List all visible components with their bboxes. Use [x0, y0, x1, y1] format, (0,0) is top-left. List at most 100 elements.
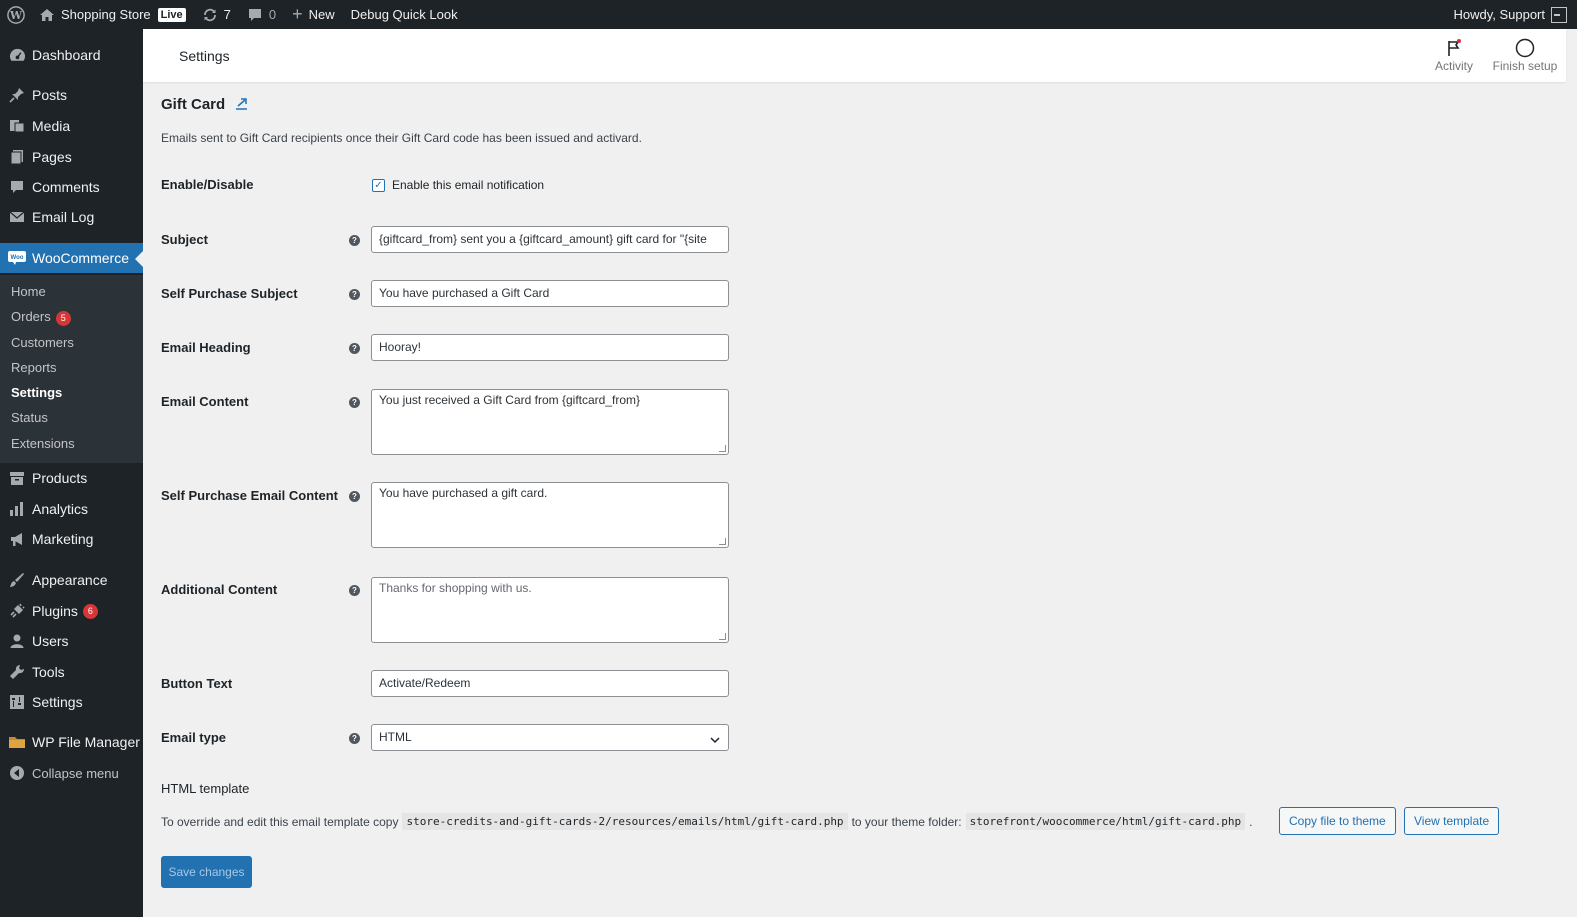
progress-circle-icon — [1491, 37, 1559, 59]
admin-bar: W Shopping Store Live 7 0 + New Debug Qu… — [0, 0, 1577, 29]
debug-label: Debug Quick Look — [350, 7, 458, 22]
sidebar-item-tools[interactable]: Tools — [0, 657, 143, 687]
submenu-item-status[interactable]: Status — [11, 410, 48, 425]
folder-icon — [8, 733, 26, 751]
help-icon[interactable]: ? — [349, 585, 360, 596]
admin-sidebar: Dashboard Posts Media Pages Comments Ema… — [0, 29, 143, 917]
help-icon[interactable]: ? — [349, 491, 360, 502]
save-changes-button[interactable]: Save changes — [161, 856, 252, 888]
sidebar-item-label: WooCommerce — [32, 250, 129, 266]
submenu-label: Orders — [11, 309, 51, 324]
wordpress-logo[interactable]: W — [0, 0, 33, 29]
submenu-item-customers[interactable]: Customers — [11, 335, 74, 350]
new-label: New — [308, 7, 335, 22]
sidebar-item-posts[interactable]: Posts — [0, 80, 143, 110]
submenu-item-extensions[interactable]: Extensions — [11, 436, 75, 451]
additional-content-label: Additional Content — [161, 582, 278, 597]
submenu-label: Extensions — [11, 436, 75, 451]
template-instructions: To override and edit this email template… — [161, 813, 1253, 830]
finish-setup-label: Finish setup — [1492, 59, 1558, 73]
archive-icon — [8, 469, 26, 487]
sidebar-item-label: Posts — [32, 87, 68, 103]
sidebar-item-plugins[interactable]: Plugins 6 — [0, 596, 143, 626]
wordpress-icon: W — [7, 5, 25, 24]
help-icon[interactable]: ? — [349, 733, 360, 744]
help-icon[interactable]: ? — [349, 397, 360, 408]
new-content-link[interactable]: + New — [284, 0, 343, 29]
live-badge: Live — [157, 7, 186, 22]
activity-button[interactable]: Activity — [1426, 37, 1482, 73]
comments-link[interactable]: 0 — [239, 0, 284, 29]
email-heading-input[interactable]: Hooray! — [371, 334, 729, 361]
additional-content-textarea[interactable]: Thanks for shopping with us. — [371, 577, 729, 643]
sidebar-item-label: Collapse menu — [32, 765, 119, 781]
email-type-select[interactable]: HTML — [371, 724, 729, 751]
pages-icon — [8, 148, 26, 166]
plus-icon: + — [292, 4, 303, 24]
button-text-input[interactable]: Activate/Redeem — [371, 670, 729, 697]
sidebar-item-pages[interactable]: Pages — [0, 142, 143, 172]
finish-setup-button[interactable]: Finish setup — [1491, 37, 1559, 73]
help-icon[interactable]: ? — [349, 289, 360, 300]
user-icon — [8, 632, 26, 650]
dashboard-icon — [8, 46, 26, 64]
plugins-update-badge: 6 — [82, 603, 98, 619]
sidebar-item-email-log[interactable]: Email Log — [0, 202, 143, 232]
updates-link[interactable]: 7 — [194, 0, 239, 29]
sidebar-item-label: Users — [32, 633, 69, 649]
svg-text:W: W — [9, 9, 23, 22]
email-content-textarea[interactable]: You just received a Gift Card from {gift… — [371, 389, 729, 455]
subject-input[interactable]: {giftcard_from} sent you a {giftcard_amo… — [371, 226, 729, 253]
sidebar-item-wp-file-manager[interactable]: WP File Manager — [0, 727, 143, 757]
help-icon[interactable]: ? — [349, 343, 360, 354]
avatar — [1551, 6, 1567, 23]
template-text-1: To override and edit this email template… — [161, 814, 399, 829]
subject-label: Subject — [161, 232, 208, 247]
self-purchase-subject-input[interactable]: You have purchased a Gift Card — [371, 280, 729, 307]
submenu-label: Status — [11, 410, 48, 425]
updates-icon — [202, 7, 218, 23]
sidebar-item-woocommerce[interactable]: Woo WooCommerce — [0, 243, 143, 273]
button-text-label: Button Text — [161, 676, 233, 691]
submenu-item-home[interactable]: Home — [11, 284, 46, 299]
sidebar-item-appearance[interactable]: Appearance — [0, 565, 143, 595]
site-name-link[interactable]: Shopping Store Live — [33, 0, 194, 29]
howdy-text: Howdy, Support — [1453, 7, 1545, 22]
sidebar-item-label: Tools — [32, 664, 65, 680]
collapse-menu-button[interactable]: Collapse menu — [0, 758, 143, 788]
activity-label: Activity — [1434, 59, 1473, 73]
sidebar-item-products[interactable]: Products — [0, 463, 143, 493]
woo-icon: Woo — [8, 249, 26, 267]
pin-icon — [8, 86, 26, 104]
sidebar-item-comments[interactable]: Comments — [0, 172, 143, 202]
sidebar-item-settings[interactable]: Settings — [0, 687, 143, 717]
sidebar-item-marketing[interactable]: Marketing — [0, 524, 143, 554]
sidebar-item-label: Appearance — [32, 572, 108, 588]
sidebar-item-analytics[interactable]: Analytics — [0, 494, 143, 524]
debug-quick-look-link[interactable]: Debug Quick Look — [343, 0, 466, 29]
self-purchase-content-label: Self Purchase Email Content — [161, 488, 338, 503]
sidebar-item-media[interactable]: Media — [0, 111, 143, 141]
self-purchase-content-textarea[interactable]: You have purchased a gift card. — [371, 482, 729, 548]
enable-checkbox[interactable]: ✓ — [372, 179, 385, 192]
svg-text:Woo: Woo — [11, 255, 24, 261]
sidebar-item-label: Plugins — [32, 603, 78, 619]
enable-checkbox-label[interactable]: Enable this email notification — [392, 178, 544, 192]
submenu-item-orders[interactable]: Orders 5 — [11, 309, 71, 326]
view-template-button[interactable]: View template — [1404, 807, 1500, 835]
submenu-item-reports[interactable]: Reports — [11, 360, 57, 375]
sidebar-item-dashboard[interactable]: Dashboard — [0, 40, 143, 70]
help-icon[interactable]: ? — [349, 235, 360, 246]
theme-path: storefront/woocommerce/html/gift-card.ph… — [965, 813, 1246, 830]
my-account-link[interactable]: Howdy, Support — [1445, 0, 1577, 29]
sidebar-item-users[interactable]: Users — [0, 626, 143, 656]
comment-icon — [247, 7, 263, 23]
return-link-icon[interactable] — [235, 97, 248, 113]
collapse-icon — [8, 764, 26, 782]
woocommerce-submenu: Home Orders 5 Customers Reports Settings … — [0, 275, 143, 463]
template-text-3: . — [1249, 814, 1253, 829]
orders-count-badge: 5 — [55, 311, 71, 326]
sidebar-item-label: Comments — [32, 179, 100, 195]
copy-file-to-theme-button[interactable]: Copy file to theme — [1279, 807, 1396, 835]
submenu-item-settings[interactable]: Settings — [11, 385, 62, 400]
